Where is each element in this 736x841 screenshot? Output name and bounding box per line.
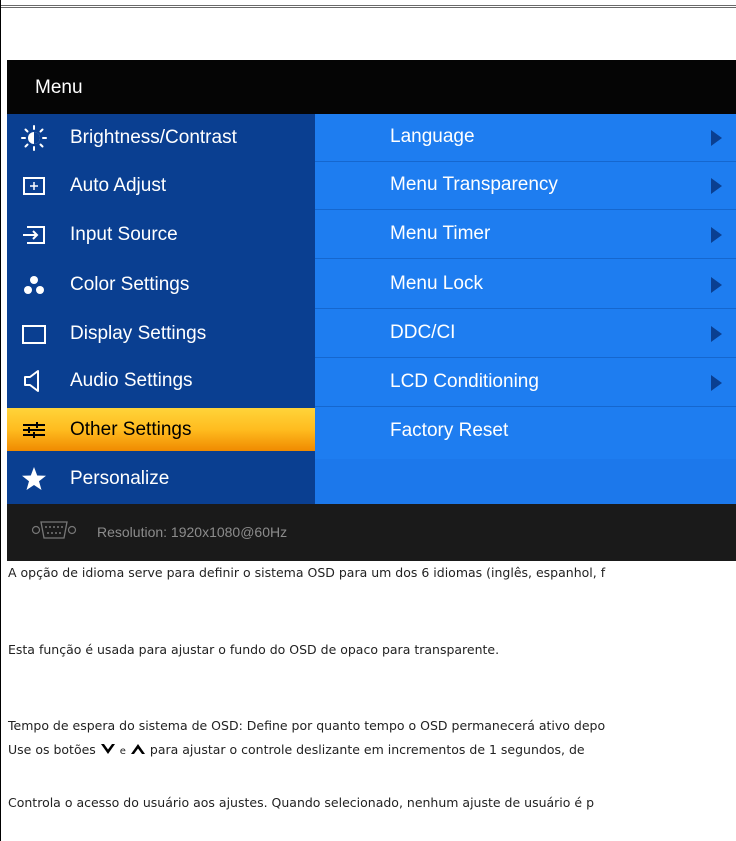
osd-submenu: Language Menu Transparency Menu Timer Me… [315, 114, 736, 504]
language-description: A opção de idioma serve para definir o s… [8, 565, 606, 580]
timer-description: Tempo de espera do sistema de OSD: Defin… [8, 718, 606, 733]
submenu-item-label: Factory Reset [390, 420, 509, 441]
submenu-item-label: Menu Lock [390, 273, 483, 294]
osd-menu: Menu Brightness/Contrast Auto Adjust Inp… [7, 60, 736, 561]
input-source-icon [21, 222, 47, 248]
timer-buttons-description: Use os botões e para ajustar o controle … [8, 742, 585, 759]
submenu-item-label: Language [390, 126, 475, 147]
star-icon [21, 466, 47, 492]
display-settings-icon [21, 321, 47, 347]
menu-item-label: Brightness/Contrast [70, 127, 237, 148]
menu-item-brightness-contrast[interactable]: Brightness/Contrast [7, 114, 315, 162]
submenu-item-label: DDC/CI [390, 322, 456, 343]
menu-item-input-source[interactable]: Input Source [7, 211, 315, 259]
menu-item-label: Personalize [70, 468, 170, 489]
vga-connector-icon [31, 519, 77, 541]
submenu-empty-row [315, 459, 736, 504]
menu-item-audio-settings[interactable]: Audio Settings [7, 357, 315, 405]
submenu-item-label: Menu Transparency [390, 174, 558, 195]
menu-item-color-settings[interactable]: Color Settings [7, 261, 315, 309]
submenu-item-menu-transparency[interactable]: Menu Transparency [315, 162, 736, 210]
menu-item-label: Other Settings [70, 419, 192, 440]
menu-item-label: Input Source [70, 224, 178, 245]
menu-item-label: Display Settings [70, 323, 207, 344]
submenu-item-menu-timer[interactable]: Menu Timer [315, 211, 736, 259]
menu-item-display-settings[interactable]: Display Settings [7, 310, 315, 358]
menu-item-auto-adjust[interactable]: Auto Adjust [7, 162, 315, 210]
chevron-right-icon [711, 227, 722, 243]
menu-item-other-settings[interactable]: Other Settings [7, 408, 315, 451]
submenu-item-label: LCD Conditioning [390, 371, 539, 392]
timer-buttons-text-mid: e [119, 746, 126, 757]
osd-title: Menu [35, 77, 83, 98]
menu-item-personalize[interactable]: Personalize [7, 455, 315, 503]
lock-description: Controla o acesso do usuário aos ajustes… [8, 795, 595, 810]
chevron-up-icon [130, 742, 146, 759]
submenu-item-language[interactable]: Language [315, 114, 736, 162]
chevron-right-icon [711, 326, 722, 342]
transparency-description: Esta função é usada para ajustar o fundo… [8, 642, 500, 657]
chevron-right-icon [711, 277, 722, 293]
color-settings-icon [21, 272, 47, 298]
timer-buttons-text-pre: Use os botões [8, 742, 96, 757]
timer-buttons-text-post: para ajustar o controle deslizante em in… [149, 742, 585, 757]
chevron-right-icon [711, 178, 722, 194]
menu-item-label: Auto Adjust [70, 175, 167, 196]
submenu-item-factory-reset[interactable]: Factory Reset [315, 408, 736, 458]
resolution-text: Resolution: 1920x1080@60Hz [97, 524, 288, 540]
osd-main-menu: Brightness/Contrast Auto Adjust Input So… [7, 114, 315, 504]
auto-adjust-icon [21, 173, 47, 199]
speaker-icon [21, 368, 47, 394]
page-left-border [0, 0, 1, 841]
osd-footer: Resolution: 1920x1080@60Hz [7, 504, 736, 561]
chevron-right-icon [711, 375, 722, 391]
submenu-item-label: Menu Timer [390, 223, 491, 244]
submenu-item-ddc-ci[interactable]: DDC/CI [315, 310, 736, 358]
menu-item-label: Audio Settings [70, 370, 193, 391]
sliders-icon [21, 417, 47, 443]
menu-item-label: Color Settings [70, 274, 190, 295]
chevron-right-icon [711, 130, 722, 146]
osd-header: Menu [7, 60, 736, 114]
page-top-border [0, 0, 736, 8]
chevron-down-icon [100, 742, 116, 759]
submenu-item-lcd-conditioning[interactable]: LCD Conditioning [315, 359, 736, 407]
submenu-item-menu-lock[interactable]: Menu Lock [315, 261, 736, 309]
brightness-icon [21, 125, 47, 151]
